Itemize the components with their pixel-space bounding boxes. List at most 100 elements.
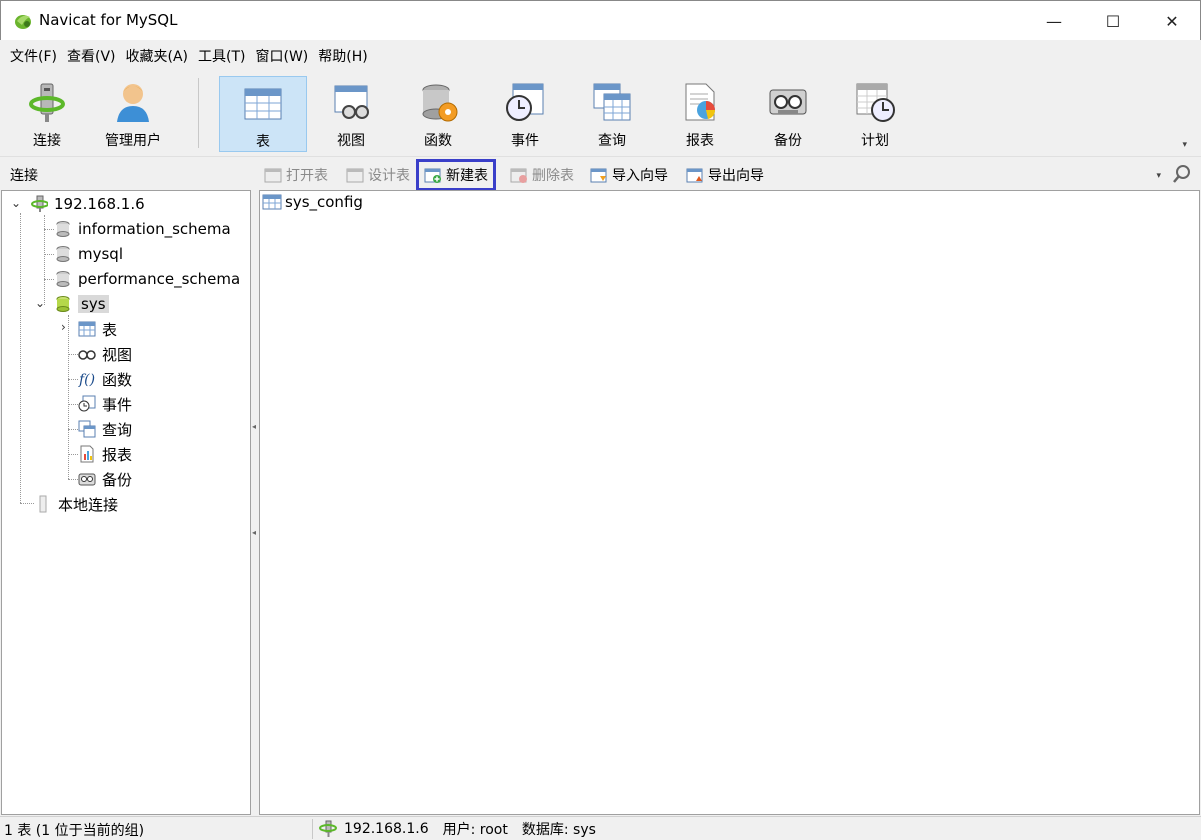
toolbar-connection-button[interactable]: 连接: [4, 76, 90, 152]
status-database: 数据库: sys: [521, 822, 596, 838]
toolbar-query-label: 查询: [598, 133, 626, 149]
tree-guide-line: [68, 354, 78, 355]
status-bar: 1 表 (1 位于当前的组) 192.168.1.6 用户: root 数据库:…: [0, 816, 1201, 840]
toolbar-function-button[interactable]: 函数: [395, 76, 481, 152]
table-icon: [244, 88, 282, 120]
menu-bar: 文件(F) 查看(V) 收藏夹(A) 工具(T) 窗口(W) 帮助(H): [0, 40, 1201, 72]
export-wizard-label: 导出向导: [708, 168, 764, 184]
delete-table-button[interactable]: 删除表: [510, 163, 574, 187]
tree-item-label: 查询: [102, 420, 133, 439]
window-title: Navicat for MySQL: [39, 11, 178, 29]
export-wizard-icon: [686, 168, 703, 183]
active-database-icon: [56, 296, 70, 312]
import-wizard-label: 导入向导: [612, 168, 668, 184]
user-icon: [117, 84, 149, 122]
database-icon: [56, 221, 70, 237]
tree-item-label: 报表: [102, 445, 133, 464]
close-button[interactable]: ✕: [1143, 1, 1201, 41]
menu-tools[interactable]: 工具(T): [194, 46, 249, 66]
status-user: 用户: root: [442, 822, 508, 838]
tree-db-mysql[interactable]: mysql: [54, 242, 123, 266]
expand-chevron-icon[interactable]: ›: [61, 320, 66, 334]
toolbar-report-label: 报表: [686, 133, 714, 149]
tree-sys-queries[interactable]: 查询: [78, 417, 132, 441]
collapse-chevron-icon[interactable]: ⌄: [11, 196, 21, 210]
report-icon: [80, 445, 94, 463]
tree-db-label: sys: [78, 295, 109, 313]
query-icon: [593, 83, 631, 121]
toolbar-view-button[interactable]: 视图: [308, 76, 394, 152]
tree-sys-events[interactable]: 事件: [78, 392, 132, 416]
tree-connection-node[interactable]: 192.168.1.6: [30, 192, 145, 216]
function-icon: [422, 84, 458, 122]
disconnected-connection-icon: [39, 495, 47, 513]
import-wizard-button[interactable]: 导入向导: [590, 163, 668, 187]
table-item-label: sys_config: [285, 193, 363, 211]
minimize-button[interactable]: —: [1025, 1, 1083, 41]
open-table-button[interactable]: 打开表: [264, 163, 328, 187]
search-icon[interactable]: [1171, 163, 1193, 185]
backup-icon: [769, 89, 807, 115]
toolbar-report-button[interactable]: 报表: [657, 76, 743, 152]
export-wizard-button[interactable]: 导出向导: [686, 163, 764, 187]
toolbar-backup-button[interactable]: 备份: [745, 76, 831, 152]
menu-help[interactable]: 帮助(H): [314, 46, 371, 66]
view-options-dropdown-icon[interactable]: ▾: [1156, 171, 1161, 181]
tree-item-label: 表: [102, 320, 118, 339]
backup-icon: [78, 473, 96, 486]
schedule-icon: [856, 83, 895, 122]
design-table-button[interactable]: 设计表: [346, 163, 410, 187]
tree-sys-tables[interactable]: 表: [78, 317, 117, 341]
main-toolbar: 连接 管理用户 表 视图 函数 事件 查询 报表 备份 计划 ▾: [0, 72, 1201, 156]
menu-view[interactable]: 查看(V): [63, 46, 120, 66]
object-toolbar: 连接 打开表 设计表 新建表 删除表 导入向导 导出向导 ▾: [0, 156, 1201, 191]
collapse-chevron-icon[interactable]: ⌄: [35, 296, 45, 310]
event-icon: [506, 83, 544, 121]
toolbar-manage-users-button[interactable]: 管理用户: [90, 76, 176, 152]
menu-window[interactable]: 窗口(W): [252, 46, 313, 66]
import-wizard-icon: [590, 168, 607, 183]
title-bar: Navicat for MySQL — ☐ ✕: [0, 0, 1201, 40]
tree-local-connection-node[interactable]: 本地连接: [34, 492, 118, 516]
mysql-connection-icon: [319, 820, 337, 837]
table-icon: [262, 194, 282, 210]
toolbar-schedule-button[interactable]: 计划: [832, 76, 918, 152]
tree-item-label: 函数: [102, 370, 133, 389]
toolbar-schedule-label: 计划: [861, 133, 889, 149]
tree-sys-functions[interactable]: f() 函数: [78, 367, 132, 391]
status-object-count: 1 表 (1 位于当前的组): [4, 823, 145, 839]
open-table-label: 打开表: [286, 168, 328, 184]
tree-db-performance-schema[interactable]: performance_schema: [54, 267, 240, 291]
tree-sys-views[interactable]: 视图: [78, 342, 132, 366]
menu-file[interactable]: 文件(F): [6, 46, 61, 66]
tree-guide-line: [68, 379, 78, 380]
splitter-grip-icon[interactable]: ◂: [252, 528, 258, 542]
tree-guide-line: [68, 454, 78, 455]
design-table-icon: [346, 168, 364, 183]
tree-item-label: 事件: [102, 395, 133, 414]
table-item-sys-config[interactable]: sys_config: [262, 193, 363, 211]
function-icon: f(): [78, 372, 95, 388]
toolbar-function-label: 函数: [424, 133, 452, 149]
tree-db-information-schema[interactable]: information_schema: [54, 217, 231, 241]
tree-db-label: mysql: [78, 245, 123, 263]
maximize-button[interactable]: ☐: [1084, 1, 1142, 41]
tree-guide-line: [44, 229, 54, 230]
tree-sys-backups[interactable]: 备份: [78, 467, 132, 491]
menu-favorites[interactable]: 收藏夹(A): [122, 46, 193, 66]
tree-guide-line: [68, 429, 78, 430]
tree-sys-reports[interactable]: 报表: [78, 442, 132, 466]
toolbar-overflow-chevron-icon[interactable]: ▾: [1182, 140, 1187, 150]
toolbar-query-button[interactable]: 查询: [569, 76, 655, 152]
toolbar-event-label: 事件: [511, 133, 539, 149]
tree-db-sys[interactable]: sys: [54, 292, 109, 316]
splitter-grip-icon[interactable]: ◂: [252, 422, 258, 436]
database-icon: [56, 246, 70, 262]
panel-splitter[interactable]: ◂ ◂: [251, 190, 259, 815]
tree-guide-line: [20, 213, 21, 503]
new-table-button[interactable]: 新建表: [416, 159, 496, 191]
view-icon: [78, 350, 96, 360]
tree-connection-label: 本地连接: [58, 495, 119, 514]
toolbar-table-button[interactable]: 表: [219, 76, 307, 152]
toolbar-event-button[interactable]: 事件: [482, 76, 568, 152]
